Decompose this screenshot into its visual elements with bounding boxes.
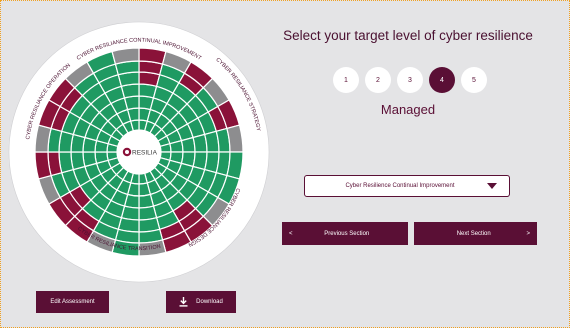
download-button[interactable]: Download bbox=[166, 291, 236, 313]
selected-level-name: Managed bbox=[380, 102, 436, 117]
wheel-segment[interactable] bbox=[34, 151, 52, 180]
chevron-right-icon: > bbox=[526, 230, 530, 237]
resilia-logo-text: RESILIA bbox=[132, 149, 158, 156]
level-5-button[interactable]: 5 bbox=[461, 67, 487, 93]
wheel-segment[interactable] bbox=[111, 47, 140, 65]
resilia-logo-mark-inner bbox=[125, 150, 129, 154]
next-section-button[interactable]: Next Section > bbox=[414, 222, 537, 245]
wheel-segment[interactable] bbox=[82, 151, 98, 168]
page-title: Select your target level of cyber resili… bbox=[283, 28, 533, 43]
level-selector: 1 2 3 4 5 bbox=[333, 67, 487, 93]
edit-assessment-label: Edit Assessment bbox=[50, 299, 95, 305]
resilience-wheel[interactable]: RESILIA CYBER RESILIANCE CONTINUAL IMPRO… bbox=[1, 1, 570, 329]
download-icon bbox=[179, 297, 188, 307]
next-section-label: Next Section bbox=[456, 230, 491, 237]
level-3-button[interactable]: 3 bbox=[397, 67, 423, 93]
wheel-segment[interactable] bbox=[34, 124, 52, 153]
wheel-segment[interactable] bbox=[138, 193, 155, 209]
level-4-button[interactable]: 4 bbox=[429, 67, 455, 93]
assessment-panel: RESILIA CYBER RESILIANCE CONTINUAL IMPRO… bbox=[0, 0, 570, 328]
section-dropdown[interactable]: Cyber Resilience Continual Improvement bbox=[304, 175, 510, 197]
resilia-logo: RESILIA bbox=[122, 147, 158, 156]
wheel-segment[interactable] bbox=[138, 47, 167, 65]
wheel-segment[interactable] bbox=[180, 136, 196, 153]
section-dropdown-value: Cyber Resilience Continual Improvement bbox=[345, 183, 455, 189]
level-1-button[interactable]: 1 bbox=[333, 67, 359, 93]
previous-section-button[interactable]: < Previous Section bbox=[282, 222, 408, 245]
wheel-segment[interactable] bbox=[226, 124, 244, 153]
wheel-segment[interactable] bbox=[123, 95, 140, 111]
caret-down-icon bbox=[487, 183, 497, 189]
previous-section-label: Previous Section bbox=[324, 230, 370, 237]
wheel-segment[interactable] bbox=[226, 151, 244, 180]
download-label: Download bbox=[196, 299, 223, 305]
level-2-button[interactable]: 2 bbox=[365, 67, 391, 93]
edit-assessment-button[interactable]: Edit Assessment bbox=[36, 291, 109, 313]
